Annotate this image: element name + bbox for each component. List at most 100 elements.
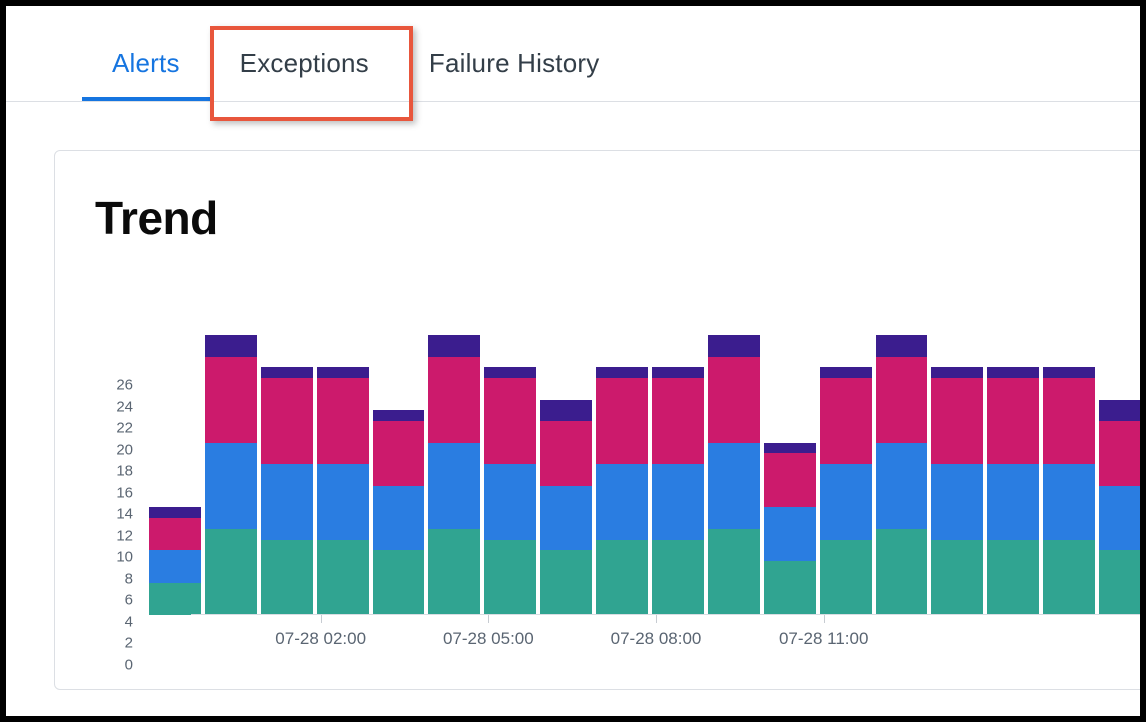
chart-bar-segment: [428, 335, 480, 357]
chart-bar-segment: [317, 367, 369, 378]
y-tick-label: 22: [93, 420, 133, 437]
y-tick-label: 4: [93, 613, 133, 630]
y-tick-label: 12: [93, 527, 133, 544]
chart-bar-segment: [596, 367, 648, 378]
tab-exceptions[interactable]: Exceptions: [210, 30, 399, 101]
chart-bar-segment: [596, 378, 648, 464]
chart-bar-segment: [1043, 464, 1095, 539]
chart-bar-segment: [149, 507, 201, 518]
chart-bar-segment: [652, 378, 704, 464]
chart-bar[interactable]: [428, 335, 480, 615]
chart-bar[interactable]: [149, 507, 201, 615]
x-tick-mark: [321, 615, 322, 623]
chart-bar-segment: [820, 464, 872, 539]
y-tick-label: 2: [93, 635, 133, 652]
chart-bar-segment: [931, 367, 983, 378]
chart-bar-segment: [987, 367, 1039, 378]
chart-bar-segment: [931, 464, 983, 539]
chart-bar-segment: [931, 378, 983, 464]
x-axis: 07-28 02:0007-28 05:0007-28 08:0007-28 1…: [143, 615, 1146, 665]
chart-bar[interactable]: [1099, 400, 1146, 615]
chart-bar-segment: [652, 464, 704, 539]
x-tick-label: 07-28 08:00: [611, 629, 702, 649]
chart-bar-segment: [764, 453, 816, 507]
y-axis: 02468101214161820222426: [95, 335, 139, 665]
panel-title: Trend: [95, 191, 1146, 245]
chart-bar[interactable]: [708, 335, 760, 615]
chart-bar-segment: [484, 378, 536, 464]
chart-bar[interactable]: [373, 410, 425, 615]
chart-bar-segment: [1099, 400, 1146, 422]
chart-bar-segment: [261, 540, 313, 615]
tab-alerts[interactable]: Alerts: [82, 30, 210, 101]
chart-bar[interactable]: [1043, 367, 1095, 615]
chart-bar-segment: [261, 367, 313, 378]
chart-bar[interactable]: [596, 367, 648, 615]
x-tick-label: 07-28 02:00: [275, 629, 366, 649]
trend-panel: Trend 02468101214161820222426 07-28 02:0…: [54, 150, 1146, 690]
y-tick-label: 26: [93, 377, 133, 394]
chart-bar-segment: [149, 583, 201, 615]
chart-bar-segment: [149, 550, 201, 582]
chart-bar-segment: [708, 443, 760, 529]
chart-bar-segment: [931, 540, 983, 615]
y-tick-label: 18: [93, 463, 133, 480]
chart-bar-segment: [820, 540, 872, 615]
chart-bar[interactable]: [820, 367, 872, 615]
chart-bar-segment: [261, 378, 313, 464]
chart-bar-segment: [987, 378, 1039, 464]
chart-bar[interactable]: [261, 367, 313, 615]
chart-bar[interactable]: [876, 335, 928, 615]
chart-bar-segment: [820, 367, 872, 378]
chart-bar-segment: [708, 529, 760, 615]
app-frame: Alerts Exceptions Failure History Trend …: [0, 0, 1146, 722]
chart-bar-segment: [540, 421, 592, 486]
chart-bar[interactable]: [931, 367, 983, 615]
chart-bar-segment: [205, 335, 257, 357]
trend-chart: 02468101214161820222426 07-28 02:0007-28…: [95, 335, 1146, 665]
chart-bar[interactable]: [652, 367, 704, 615]
chart-bar-segment: [876, 529, 928, 615]
x-tick-label: 07-28 05:00: [443, 629, 534, 649]
chart-bar-segment: [428, 443, 480, 529]
chart-plot-area: [143, 335, 1146, 615]
tab-bar: Alerts Exceptions Failure History: [6, 6, 1140, 102]
chart-bar-segment: [317, 540, 369, 615]
chart-bar-segment: [764, 443, 816, 454]
x-tick-mark: [824, 615, 825, 623]
chart-bar-segment: [708, 357, 760, 443]
y-tick-label: 24: [93, 398, 133, 415]
chart-bar-segment: [764, 561, 816, 615]
chart-bar-segment: [317, 378, 369, 464]
y-tick-label: 10: [93, 549, 133, 566]
chart-bar-segment: [540, 486, 592, 551]
chart-bar-segment: [1099, 550, 1146, 615]
y-tick-label: 6: [93, 592, 133, 609]
y-tick-label: 0: [93, 657, 133, 674]
chart-bar[interactable]: [540, 400, 592, 615]
chart-bar-segment: [1043, 367, 1095, 378]
x-tick-mark: [656, 615, 657, 623]
chart-bar-segment: [652, 540, 704, 615]
chart-bar-segment: [205, 529, 257, 615]
chart-bar-segment: [596, 464, 648, 539]
chart-bar[interactable]: [317, 367, 369, 615]
chart-bar-segment: [261, 464, 313, 539]
chart-bar-segment: [652, 367, 704, 378]
chart-bar[interactable]: [484, 367, 536, 615]
y-tick-label: 16: [93, 484, 133, 501]
chart-bar-segment: [820, 378, 872, 464]
chart-bar-segment: [428, 357, 480, 443]
chart-bars: [143, 335, 1146, 615]
chart-bar[interactable]: [205, 335, 257, 615]
chart-bar-segment: [205, 357, 257, 443]
chart-bar-segment: [373, 550, 425, 615]
chart-bar-segment: [876, 335, 928, 357]
chart-bar-segment: [484, 464, 536, 539]
chart-bar-segment: [876, 357, 928, 443]
chart-bar[interactable]: [987, 367, 1039, 615]
tab-failure-history[interactable]: Failure History: [399, 30, 630, 101]
chart-bar[interactable]: [764, 443, 816, 615]
chart-bar-segment: [428, 529, 480, 615]
chart-bar-segment: [1099, 486, 1146, 551]
